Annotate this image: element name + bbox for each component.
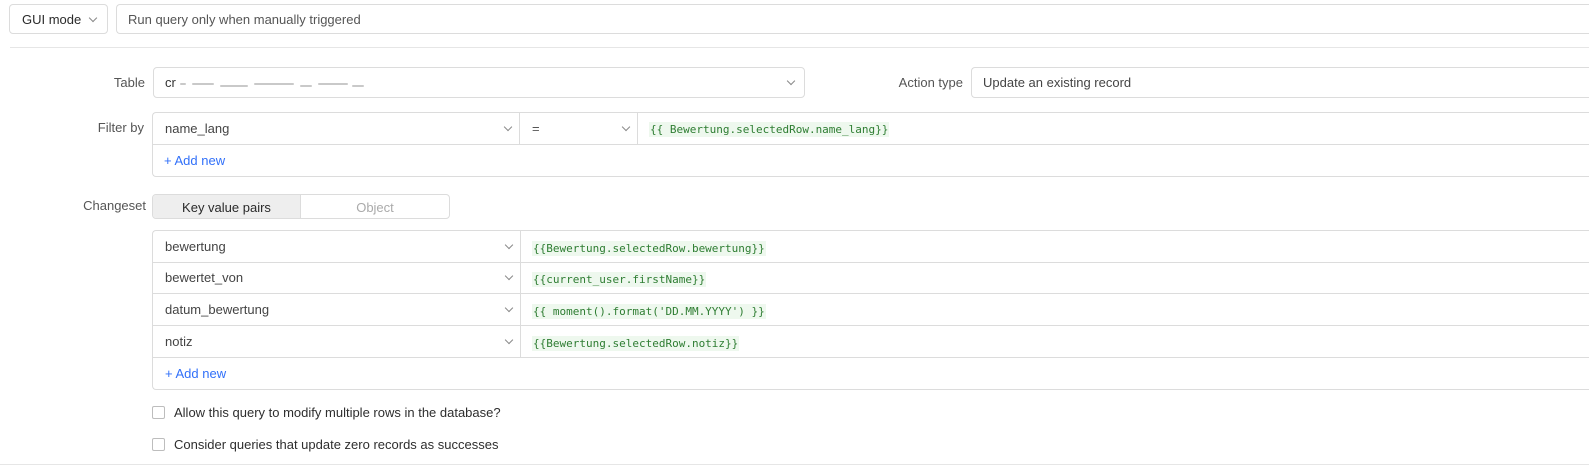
changeset-key-value: datum_bewertung xyxy=(165,302,270,317)
filter-operator-value: = xyxy=(532,121,540,136)
chevron-down-icon xyxy=(621,122,631,132)
toolbar-divider xyxy=(10,47,1589,48)
changeset-value-input[interactable]: {{Bewertung.selectedRow.notiz}} xyxy=(521,326,1589,358)
changeset-mode-toggle: Key value pairs Object xyxy=(152,194,450,219)
changeset-key-select[interactable]: datum_bewertung xyxy=(153,294,521,326)
chevron-down-icon xyxy=(504,303,514,313)
changeset-value-code: {{current_user.firstName}} xyxy=(532,272,707,287)
table-select[interactable]: cr xyxy=(153,67,805,98)
filter-label: Filter by xyxy=(97,120,144,135)
chevron-down-icon xyxy=(504,271,514,281)
changeset-key-value: notiz xyxy=(165,334,193,349)
changeset-value-input[interactable]: {{Bewertung.selectedRow.bewertung}} xyxy=(521,231,1589,263)
chevron-down-icon xyxy=(504,240,514,250)
redacted-table-name xyxy=(318,83,348,85)
changeset-key-value: bewertet_von xyxy=(165,270,244,285)
changeset-add-new-link[interactable]: + Add new xyxy=(165,366,226,381)
redacted-table-name xyxy=(352,85,364,87)
filter-operator-select[interactable]: = xyxy=(520,113,638,145)
changeset-value-input[interactable]: {{ moment().format('DD.MM.YYYY') }} xyxy=(521,294,1589,326)
trigger-select-label: Run query only when manually triggered xyxy=(128,12,361,27)
chevron-down-icon xyxy=(786,76,796,86)
trigger-select[interactable]: Run query only when manually triggered xyxy=(116,4,1589,34)
tab-key-value-pairs-label: Key value pairs xyxy=(182,200,271,215)
chevron-down-icon xyxy=(504,335,514,345)
changeset-value-code: {{Bewertung.selectedRow.notiz}} xyxy=(532,336,740,351)
action-type-select[interactable]: Update an existing record xyxy=(971,67,1589,98)
tab-object-label: Object xyxy=(356,200,394,215)
redacted-table-name xyxy=(300,85,312,87)
redacted-table-name xyxy=(180,83,186,85)
table-label: Table xyxy=(113,75,145,90)
changeset-key-value: bewertung xyxy=(165,239,226,254)
chevron-down-icon xyxy=(88,13,98,23)
changeset-value-code: {{Bewertung.selectedRow.bewertung}} xyxy=(532,241,766,256)
changeset-value-code: {{ moment().format('DD.MM.YYYY') }} xyxy=(532,304,766,319)
action-type-value: Update an existing record xyxy=(983,75,1132,90)
changeset-value-input[interactable]: {{current_user.firstName}} xyxy=(521,263,1589,294)
tab-key-value-pairs[interactable]: Key value pairs xyxy=(153,195,301,218)
filter-column-value: name_lang xyxy=(165,121,230,136)
filter-add-new-link[interactable]: + Add new xyxy=(164,153,225,168)
mode-select[interactable]: GUI mode xyxy=(9,4,108,34)
redacted-table-name xyxy=(192,83,214,85)
changeset-key-select[interactable]: notiz xyxy=(153,326,521,358)
changeset-label: Changeset xyxy=(83,198,146,213)
changeset-key-select[interactable]: bewertung xyxy=(153,231,521,263)
filter-value-code: {{ Bewertung.selectedRow.name_lang}} xyxy=(649,122,890,137)
filter-value-input[interactable]: {{ Bewertung.selectedRow.name_lang}} xyxy=(638,113,1589,145)
zero-records-checkbox[interactable] xyxy=(152,438,165,451)
filter-column-select[interactable]: name_lang xyxy=(153,113,520,145)
tab-object[interactable]: Object xyxy=(301,195,449,218)
action-type-label: Action type xyxy=(898,75,963,90)
multiple-rows-checkbox[interactable] xyxy=(152,406,165,419)
bottom-divider xyxy=(0,464,1589,465)
mode-select-label: GUI mode xyxy=(22,12,82,27)
chevron-down-icon xyxy=(503,122,513,132)
redacted-table-name xyxy=(220,85,248,87)
redacted-table-name xyxy=(254,83,294,85)
multiple-rows-label: Allow this query to modify multiple rows… xyxy=(174,405,501,420)
changeset-key-select[interactable]: bewertet_von xyxy=(153,263,521,294)
filter-panel: name_lang = {{ Bewertung.selectedRow.nam… xyxy=(152,112,1589,177)
zero-records-label: Consider queries that update zero record… xyxy=(174,437,499,452)
table-select-value: cr xyxy=(165,75,176,90)
changeset-panel: bewertung {{Bewertung.selectedRow.bewert… xyxy=(152,230,1589,390)
